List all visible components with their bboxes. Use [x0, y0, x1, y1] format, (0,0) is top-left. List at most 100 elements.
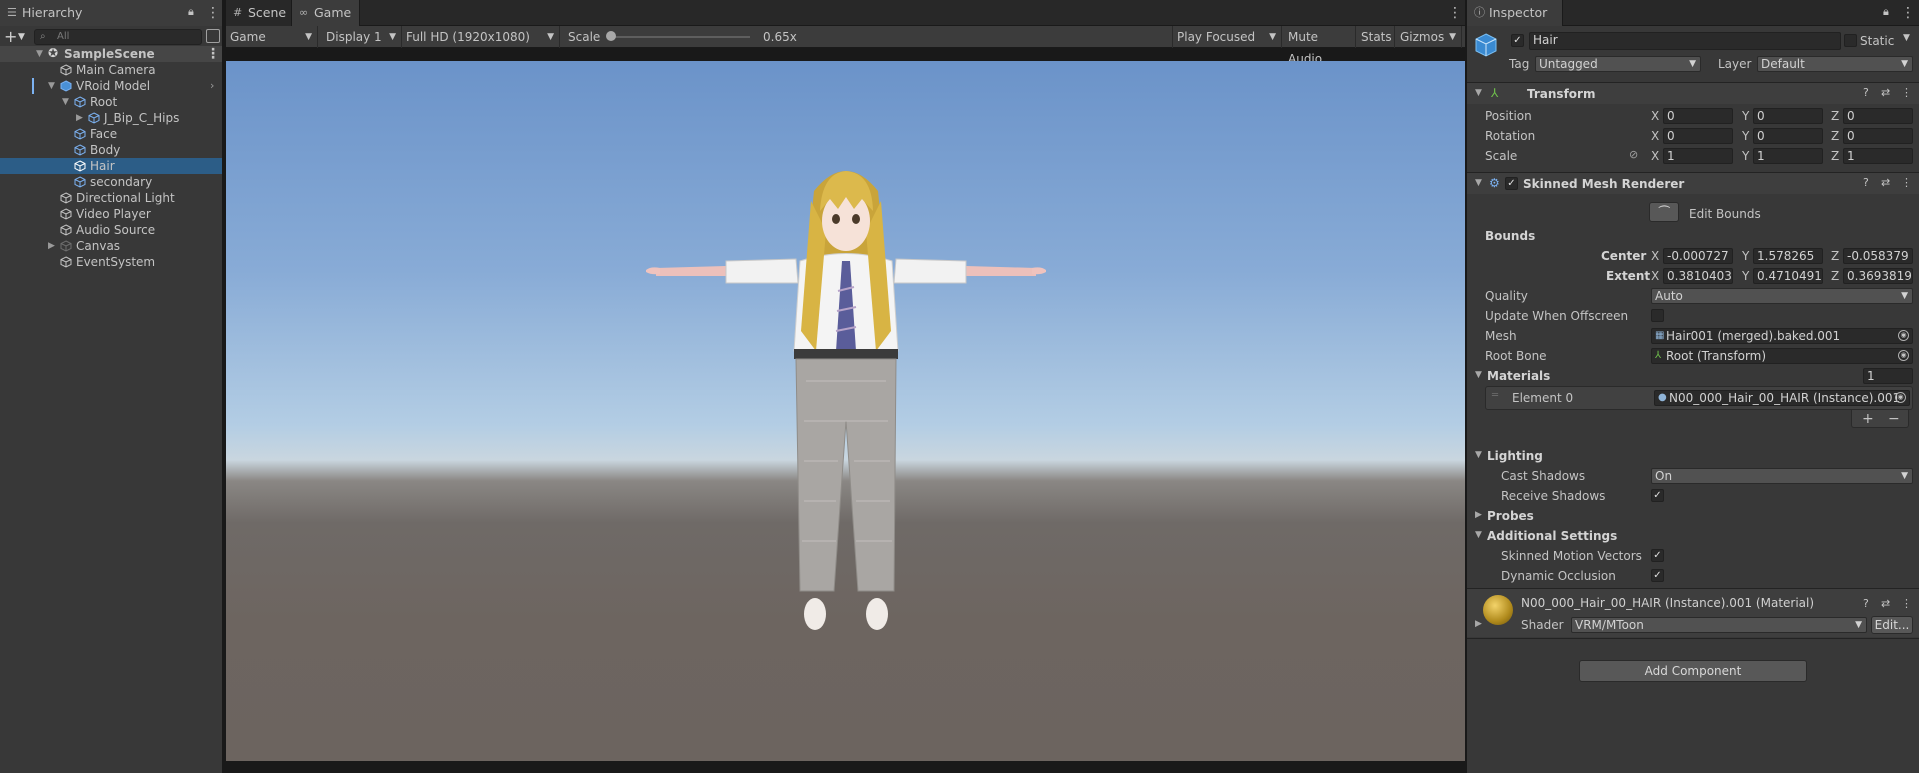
- list-item[interactable]: Face: [0, 126, 222, 142]
- scale-x-field[interactable]: 1: [1663, 148, 1733, 164]
- kebab-menu-icon[interactable]: ⋮: [1901, 597, 1912, 610]
- expand-arrow-icon[interactable]: ▼: [36, 46, 46, 62]
- foldout-arrow-icon[interactable]: ▼: [1475, 530, 1482, 540]
- edit-bounds-button[interactable]: ⏜: [1649, 202, 1679, 222]
- list-item[interactable]: Audio Source: [0, 222, 222, 238]
- scale-y-field[interactable]: 1: [1753, 148, 1823, 164]
- search-input[interactable]: ⌕ All: [34, 29, 202, 45]
- drag-handle-icon[interactable]: ═: [1492, 390, 1498, 401]
- smr-enabled-checkbox[interactable]: ✓: [1505, 177, 1518, 190]
- create-button[interactable]: + ▼: [4, 28, 32, 46]
- foldout-arrow-icon[interactable]: ▼: [1475, 370, 1482, 380]
- scene-kebab-icon[interactable]: ⋮: [206, 46, 220, 62]
- display-dropdown[interactable]: Display 1 ▼: [322, 26, 402, 48]
- cast-shadows-dropdown[interactable]: On ▼: [1651, 468, 1913, 484]
- position-z-field[interactable]: 0: [1843, 108, 1913, 124]
- tab-inspector[interactable]: ⓘ Inspector: [1467, 0, 1563, 26]
- foldout-arrow-icon[interactable]: ▼: [1475, 88, 1482, 98]
- scene-visibility-icon[interactable]: [206, 29, 220, 43]
- preset-icon[interactable]: ⇄: [1881, 86, 1890, 99]
- shader-dropdown[interactable]: VRM/MToon ▼: [1571, 617, 1867, 633]
- material-header[interactable]: ▶ N00_000_Hair_00_HAIR (Instance).001 (M…: [1467, 589, 1919, 637]
- help-icon[interactable]: ?: [1863, 176, 1869, 189]
- kebab-menu-icon[interactable]: ⋮: [1448, 5, 1462, 21]
- mute-audio-toggle[interactable]: Mute Audio: [1284, 26, 1356, 66]
- materials-count-field[interactable]: 1: [1863, 368, 1913, 384]
- mesh-field[interactable]: ▦ Hair001 (merged).baked.001 ◉: [1651, 328, 1913, 344]
- dynamic-occlusion-checkbox[interactable]: ✓: [1651, 569, 1664, 582]
- add-component-button[interactable]: Add Component: [1579, 660, 1807, 682]
- root-bone-field[interactable]: ⅄ Root (Transform) ◉: [1651, 348, 1913, 364]
- layer-dropdown[interactable]: Default ▼: [1757, 56, 1913, 72]
- kebab-menu-icon[interactable]: ⋮: [1901, 176, 1912, 189]
- game-viewport[interactable]: [226, 61, 1465, 761]
- motion-vectors-checkbox[interactable]: ✓: [1651, 549, 1664, 562]
- preset-icon[interactable]: ⇄: [1881, 176, 1890, 189]
- add-element-button[interactable]: +: [1862, 411, 1874, 427]
- kebab-menu-icon[interactable]: ⋮: [1901, 86, 1912, 99]
- foldout-arrow-icon[interactable]: ▶: [1475, 619, 1482, 629]
- list-item[interactable]: Video Player: [0, 206, 222, 222]
- help-icon[interactable]: ?: [1863, 86, 1869, 99]
- list-item[interactable]: ▶ J_Bip_C_Hips: [0, 110, 222, 126]
- kebab-menu-icon[interactable]: ⋮: [1901, 5, 1915, 21]
- resolution-dropdown[interactable]: Full HD (1920x1080) ▼: [402, 26, 560, 48]
- center-z-field[interactable]: -0.058379: [1843, 248, 1913, 264]
- object-name-input[interactable]: Hair: [1529, 32, 1841, 50]
- collapse-arrow-icon[interactable]: ▶: [48, 238, 58, 254]
- list-item[interactable]: Directional Light: [0, 190, 222, 206]
- extent-x-field[interactable]: 0.3810403: [1663, 268, 1733, 284]
- list-item[interactable]: ▼ Root: [0, 94, 222, 110]
- tag-dropdown[interactable]: Untagged ▼: [1535, 56, 1701, 72]
- object-picker-icon[interactable]: ◉: [1898, 350, 1909, 361]
- update-offscreen-checkbox[interactable]: [1651, 309, 1664, 322]
- smr-header[interactable]: ▼ ⚙ ✓ Skinned Mesh Renderer ? ⇄ ⋮: [1467, 172, 1919, 194]
- transform-header[interactable]: ▼ ⅄ Transform ? ⇄ ⋮: [1467, 82, 1919, 104]
- extent-z-field[interactable]: 0.3693819: [1843, 268, 1913, 284]
- display-mode-dropdown[interactable]: Game ▼: [226, 26, 318, 48]
- extent-y-field[interactable]: 0.4710491: [1753, 268, 1823, 284]
- object-picker-icon[interactable]: ◉: [1895, 392, 1906, 403]
- center-x-field[interactable]: -0.000727: [1663, 248, 1733, 264]
- list-item[interactable]: ▼ VRoid Model ›: [0, 78, 222, 94]
- expand-arrow-icon[interactable]: ▼: [48, 78, 58, 94]
- play-mode-dropdown[interactable]: Play Focused ▼: [1172, 26, 1282, 48]
- remove-element-button[interactable]: −: [1888, 411, 1900, 427]
- static-checkbox[interactable]: [1844, 34, 1857, 47]
- list-item-selected[interactable]: Hair: [0, 158, 222, 174]
- element0-field[interactable]: ● N00_000_Hair_00_HAIR (Instance).001 ◉: [1654, 390, 1910, 406]
- constrain-proportions-icon[interactable]: ⊘: [1629, 148, 1638, 161]
- foldout-arrow-icon[interactable]: ▼: [1475, 450, 1482, 460]
- scale-slider-track[interactable]: [610, 36, 750, 38]
- rotation-z-field[interactable]: 0: [1843, 128, 1913, 144]
- position-x-field[interactable]: 0: [1663, 108, 1733, 124]
- quality-dropdown[interactable]: Auto ▼: [1651, 288, 1913, 304]
- stats-toggle[interactable]: Stats: [1357, 26, 1395, 48]
- object-picker-icon[interactable]: ◉: [1898, 330, 1909, 341]
- kebab-menu-icon[interactable]: ⋮: [206, 5, 220, 21]
- foldout-arrow-icon[interactable]: ▶: [1475, 510, 1482, 520]
- list-item[interactable]: ▶ Canvas: [0, 238, 222, 254]
- tab-scene[interactable]: # Scene: [226, 0, 292, 26]
- tab-game[interactable]: ∞ Game: [292, 0, 360, 26]
- chevron-right-icon[interactable]: ›: [210, 78, 214, 94]
- list-item[interactable]: EventSystem: [0, 254, 222, 270]
- center-y-field[interactable]: 1.578265: [1753, 248, 1823, 264]
- lock-icon[interactable]: 🔒︎: [188, 5, 200, 19]
- foldout-arrow-icon[interactable]: ▼: [1475, 178, 1482, 188]
- expand-arrow-icon[interactable]: ▼: [62, 94, 72, 110]
- scale-slider-handle[interactable]: [606, 31, 616, 41]
- help-icon[interactable]: ?: [1863, 597, 1869, 610]
- list-item[interactable]: Main Camera: [0, 62, 222, 78]
- collapse-arrow-icon[interactable]: ▶: [76, 110, 86, 126]
- chevron-down-icon[interactable]: ▼: [1903, 33, 1910, 43]
- lock-icon[interactable]: 🔒︎: [1883, 5, 1895, 19]
- position-y-field[interactable]: 0: [1753, 108, 1823, 124]
- list-item[interactable]: Body: [0, 142, 222, 158]
- edit-shader-button[interactable]: Edit...: [1871, 616, 1913, 634]
- gizmos-dropdown[interactable]: Gizmos ▼: [1396, 26, 1462, 48]
- scale-z-field[interactable]: 1: [1843, 148, 1913, 164]
- hierarchy-scene-row[interactable]: ▼ ✪ SampleScene ⋮: [0, 46, 222, 62]
- rotation-x-field[interactable]: 0: [1663, 128, 1733, 144]
- list-item[interactable]: secondary: [0, 174, 222, 190]
